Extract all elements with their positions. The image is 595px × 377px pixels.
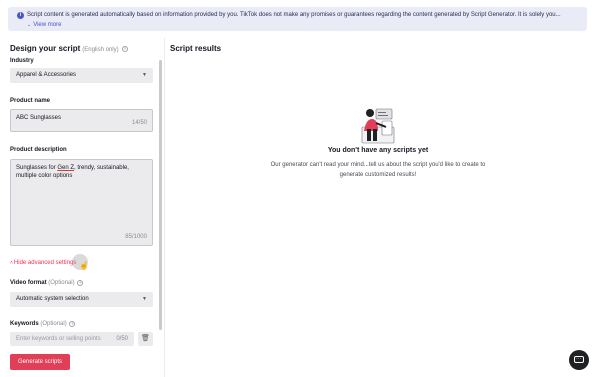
- chevron-down-icon: ▼: [142, 296, 147, 302]
- product-description-counter: 85/1000: [125, 234, 147, 240]
- banner-message: Script content is generated automaticall…: [27, 12, 561, 18]
- chat-support-button[interactable]: ···: [569, 350, 589, 370]
- generate-scripts-button[interactable]: Generate scripts: [10, 354, 70, 370]
- product-name-label: Product name: [10, 98, 51, 104]
- panel-divider: [164, 38, 165, 377]
- empty-state-title: You don't have any scripts yet: [327, 147, 429, 154]
- trash-icon[interactable]: 🗑: [138, 332, 153, 346]
- product-description-field[interactable]: Sunglasses for Gen Z, trendy, sustainabl…: [10, 159, 153, 246]
- script-design-panel: Design your script (English only) ? Indus…: [0, 38, 162, 377]
- industry-select-value: Apparel & Accessories: [16, 72, 77, 78]
- hide-advanced-settings-label: Hide advanced settings: [13, 260, 77, 266]
- spellcheck-word: Gen Z: [57, 165, 75, 171]
- product-description-text: Sunglasses for Gen Z, trendy, sustainabl…: [16, 165, 129, 179]
- keywords-label-text: Keywords: [10, 321, 39, 327]
- help-icon[interactable]: ?: [77, 280, 84, 286]
- info-icon: i: [17, 12, 24, 19]
- video-format-select-value: Automatic system selection: [16, 296, 89, 302]
- optional-tag: (Optional): [40, 321, 67, 327]
- optional-tag: (Optional): [48, 280, 75, 286]
- product-description-text-start: Sunglasses for: [16, 165, 58, 171]
- keywords-input[interactable]: Enter keywords or selling points 0/50: [10, 332, 134, 346]
- design-title-note: (English only): [82, 47, 119, 53]
- view-more-link[interactable]: ⌄ View more: [27, 21, 61, 29]
- hide-advanced-settings-toggle[interactable]: ˄Hide advanced settings: [10, 260, 76, 266]
- help-icon[interactable]: ?: [69, 321, 76, 327]
- industry-select[interactable]: Apparel & Accessories ▼: [10, 68, 153, 83]
- design-title-text: Design your script: [10, 44, 81, 53]
- chat-dots-icon: ···: [576, 356, 581, 362]
- empty-state-message: Our generator can't read your mind...tel…: [270, 162, 486, 178]
- info-banner: i Script content is generated automatica…: [8, 7, 587, 31]
- video-format-label-text: Video format: [10, 280, 47, 286]
- keywords-placeholder: Enter keywords or selling points: [16, 336, 101, 342]
- design-title: Design your script (English only) ?: [10, 44, 128, 53]
- script-design-scroll-area: Design your script (English only) ? Indus…: [0, 38, 162, 377]
- product-name-value: ABC Sunglasses: [16, 115, 62, 121]
- product-name-field[interactable]: ABC Sunglasses 14/50: [10, 109, 153, 132]
- keywords-label: Keywords (Optional) ?: [10, 321, 76, 327]
- empty-state-illustration: [361, 108, 395, 144]
- video-format-label: Video format (Optional) ?: [10, 280, 84, 286]
- video-format-select[interactable]: Automatic system selection ▼: [10, 292, 153, 307]
- help-icon[interactable]: ?: [121, 46, 128, 52]
- hand-cursor-icon: ☝: [79, 261, 89, 270]
- industry-label: Industry: [10, 58, 34, 64]
- script-results-title: Script results: [170, 44, 222, 53]
- product-name-counter: 14/50: [131, 120, 147, 126]
- chevron-up-icon: ˄: [10, 260, 13, 266]
- product-description-label: Product description: [10, 147, 67, 153]
- chevron-down-icon: ▼: [142, 72, 147, 78]
- keywords-counter: 0/50: [116, 336, 128, 342]
- chevron-down-icon: ⌄: [27, 22, 32, 28]
- view-more-label: View more: [33, 22, 62, 28]
- left-panel-scrollbar[interactable]: [159, 60, 162, 330]
